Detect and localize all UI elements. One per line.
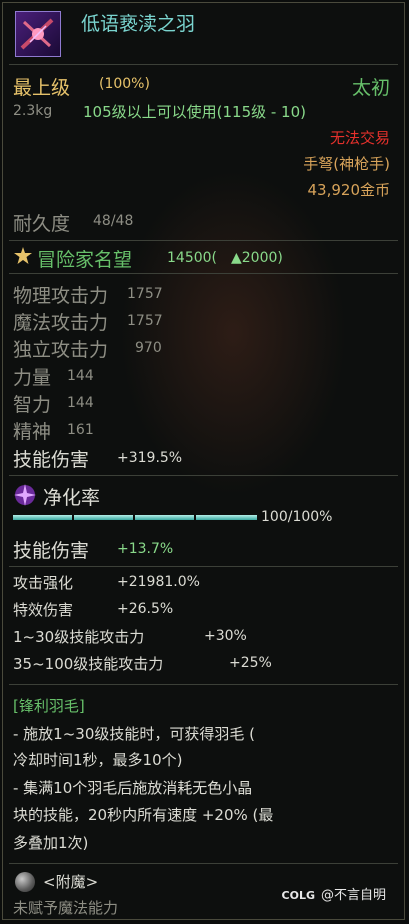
stat-value: +319.5%: [117, 450, 183, 466]
enchant-title: <附魔>: [43, 873, 99, 891]
purify-progress-bar: [13, 515, 257, 520]
stat-label: 智力: [13, 394, 52, 416]
bonus-label: 特效伤害: [13, 601, 74, 619]
enchant-orb-icon: [15, 872, 35, 892]
feather-line: 块的技能，20秒内所有速度 +20% (最: [13, 806, 274, 824]
item-name: 低语亵渎之羽: [81, 13, 196, 35]
item-type: 手弩(神枪手): [303, 155, 390, 173]
bonus-label: 攻击强化: [13, 574, 74, 592]
feather-line: - 集满10个羽毛后施放消耗无色小晶: [13, 779, 253, 797]
stat-label: 力量: [13, 367, 52, 389]
watermark: COLG @不言自明: [282, 884, 386, 903]
item-quality: (100%): [99, 76, 150, 92]
feather-line: 冷却时间1秒，最多10个): [13, 751, 183, 769]
trade-status: 无法交易: [329, 129, 390, 147]
fame-label: 冒险家名望: [37, 249, 133, 271]
bonus-value: +25%: [229, 655, 272, 671]
bonus-value: +30%: [204, 628, 247, 644]
divider: [9, 64, 398, 65]
stat-label: 魔法攻击力: [13, 312, 109, 334]
watermark-logo: COLG: [281, 889, 315, 902]
divider: [9, 566, 398, 567]
bonus-label: 35~100级技能攻击力: [13, 655, 164, 673]
stat-value: 161: [67, 422, 94, 438]
stat-label: 独立攻击力: [13, 339, 109, 361]
durability-value: 48/48: [93, 213, 134, 229]
feather-title: [锋利羽毛]: [13, 697, 85, 715]
purify-icon: [11, 481, 39, 509]
item-weight: 2.3kg: [13, 103, 53, 119]
feather-line: - 施放1~30级技能时，可获得羽毛 (: [13, 725, 256, 743]
stat-value: 1757: [127, 286, 163, 302]
fame-value: 14500(: [167, 250, 217, 266]
bonus-label: 1~30级技能攻击力: [13, 628, 145, 646]
item-level-req: 105级以上可以使用(115级 - 10): [83, 103, 307, 121]
divider: [9, 475, 398, 476]
stat-label: 精神: [13, 421, 52, 443]
stat-value: 1757: [127, 313, 163, 329]
stat-label: 技能伤害: [13, 449, 90, 471]
bonus-value: +26.5%: [117, 601, 174, 617]
divider: [9, 273, 398, 274]
feather-line: 多叠加1次): [13, 834, 89, 852]
stat-label: 物理攻击力: [13, 285, 109, 307]
purify-skill-value: +13.7%: [117, 541, 174, 557]
enchant-text: 未赋予魔法能力: [13, 899, 119, 917]
item-tooltip: 低语亵渎之羽 最上级 (100%) 太初 2.3kg 105级以上可以使用(11…: [2, 2, 405, 920]
fame-icon: [13, 246, 33, 266]
stat-value: 970: [135, 340, 162, 356]
item-price: 43,920金币: [307, 181, 391, 199]
durability-label: 耐久度: [13, 213, 71, 235]
fame-increase: ▲2000): [231, 250, 283, 266]
stat-value: 144: [67, 368, 94, 384]
divider: [9, 684, 398, 685]
item-rarity: 最上级: [13, 77, 71, 99]
divider: [9, 240, 398, 241]
purify-progress-text: 100/100%: [261, 509, 333, 525]
bonus-value: +21981.0%: [117, 574, 200, 590]
watermark-text: @不言自明: [320, 888, 386, 903]
divider: [9, 863, 398, 864]
stat-value: 144: [67, 395, 94, 411]
crossbow-icon: [15, 11, 61, 57]
item-grade: 太初: [351, 77, 390, 99]
purify-label: 净化率: [43, 487, 101, 509]
purify-skill-label: 技能伤害: [13, 540, 90, 562]
